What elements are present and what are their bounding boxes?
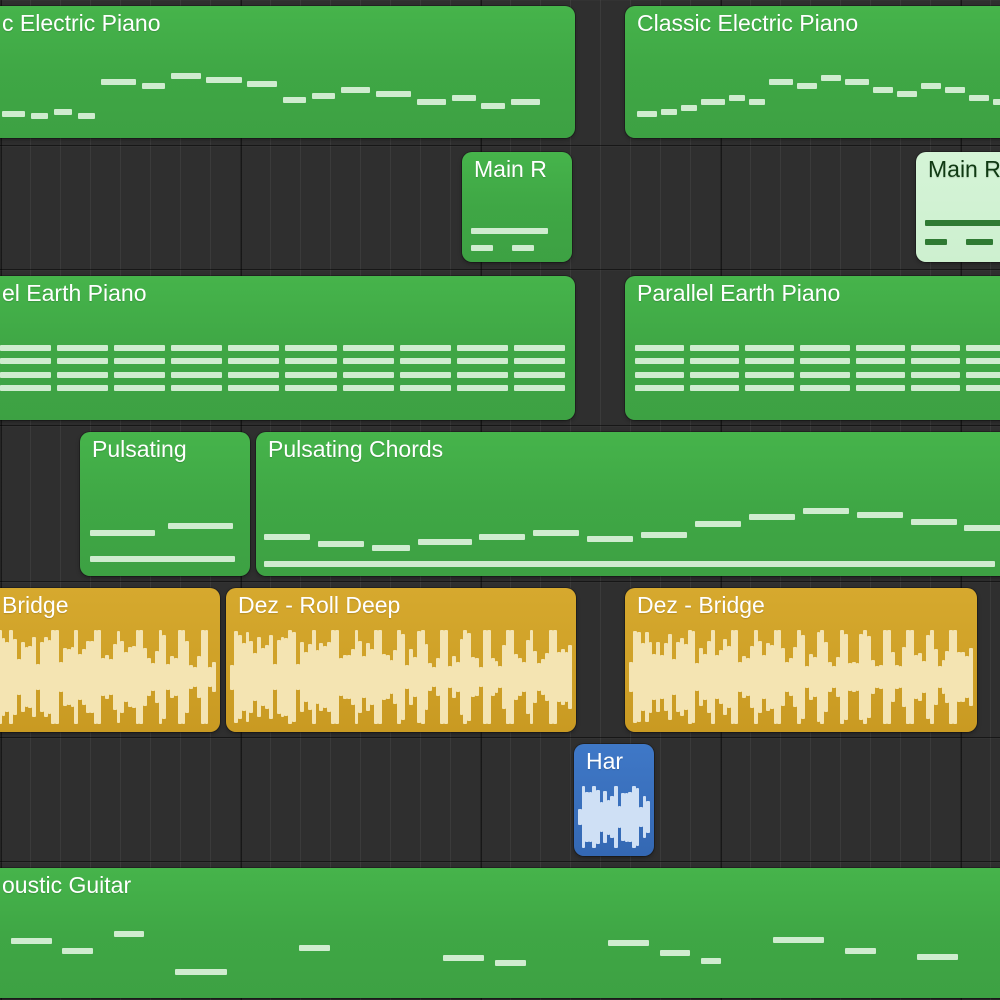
midi-region-acoustic-guitar[interactable]: oustic Guitar: [0, 868, 1000, 998]
midi-region-electric-piano-2[interactable]: Classic Electric Piano: [625, 6, 1000, 138]
timeline-tracks[interactable]: c Electric Piano Classic Electric Piano: [0, 0, 1000, 1000]
audio-waveform: [230, 628, 572, 726]
midi-preview: [462, 186, 572, 262]
audio-waveform: [578, 784, 650, 850]
midi-region-electric-piano-1[interactable]: c Electric Piano: [0, 6, 575, 138]
audio-region-bridge-2[interactable]: Dez - Bridge: [625, 588, 977, 732]
midi-preview: [625, 310, 1000, 420]
midi-preview: [256, 466, 1000, 576]
region-label: Main R: [462, 152, 572, 186]
region-label: Pulsating: [80, 432, 250, 466]
region-label: Dez - Bridge: [625, 588, 977, 622]
audio-region-roll-deep[interactable]: Dez - Roll Deep: [226, 588, 576, 732]
midi-preview: [0, 40, 575, 138]
midi-region-main-r-1[interactable]: Main R: [462, 152, 572, 262]
region-label: Classic Electric Piano: [625, 6, 1000, 40]
region-label: Parallel Earth Piano: [625, 276, 1000, 310]
region-label: Main R: [916, 152, 1000, 186]
midi-preview: [916, 186, 1000, 262]
region-label: Dez - Roll Deep: [226, 588, 576, 622]
track-row[interactable]: [0, 738, 1000, 862]
audio-waveform: [629, 628, 973, 726]
midi-region-pulsating-1[interactable]: Pulsating: [80, 432, 250, 576]
midi-region-main-r-2-selected[interactable]: Main R: [916, 152, 1000, 262]
region-label: Pulsating Chords: [256, 432, 1000, 466]
region-label: oustic Guitar: [0, 868, 1000, 902]
midi-region-earth-piano-1[interactable]: el Earth Piano: [0, 276, 575, 420]
midi-region-pulsating-2[interactable]: Pulsating Chords: [256, 432, 1000, 576]
audio-region-har[interactable]: Har: [574, 744, 654, 856]
region-label: Har: [574, 744, 654, 778]
region-label: c Electric Piano: [0, 6, 575, 40]
midi-preview: [0, 310, 575, 420]
midi-region-earth-piano-2[interactable]: Parallel Earth Piano: [625, 276, 1000, 420]
region-label: el Earth Piano: [0, 276, 575, 310]
audio-waveform: [0, 628, 216, 726]
audio-region-bridge-1[interactable]: Bridge: [0, 588, 220, 732]
midi-preview: [0, 902, 1000, 998]
midi-preview: [625, 40, 1000, 138]
midi-preview: [80, 466, 250, 576]
region-label: Bridge: [0, 588, 220, 622]
